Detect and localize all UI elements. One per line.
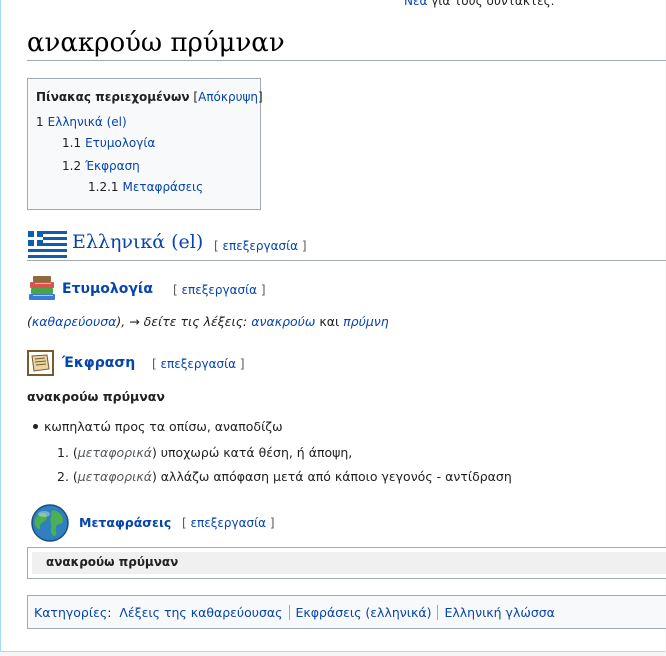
page-title: ανακρούω πρύμναν — [27, 28, 285, 58]
edit-translations: [ επεξεργασία ] — [182, 516, 275, 530]
top-notice: Νέα για τους συντάκτες. — [404, 0, 554, 8]
toc-header: Πίνακας περιεχομένων [Απόκρυψη] — [36, 90, 263, 104]
word-anakrouo-link[interactable]: ανακρούω — [251, 314, 315, 329]
category-expressions-link[interactable]: Εκφράσεις (ελληνικά) — [296, 605, 432, 620]
edit-translations-link[interactable]: επεξεργασία — [191, 516, 267, 530]
word-prymni-link[interactable]: πρύμνη — [343, 314, 389, 329]
translations-header[interactable]: ανακρούω πρύμναν — [32, 552, 666, 574]
translations-box: ανακρούω πρύμναν — [27, 547, 666, 579]
heading-etymology: Ετυμολογία — [62, 281, 153, 297]
scroll-icon — [27, 350, 54, 376]
edit-greek: [ επεξεργασία ] — [214, 239, 307, 253]
greek-flag-icon — [28, 231, 67, 258]
katharevousa-link[interactable]: καθαρεύουσα — [32, 314, 116, 329]
edit-expression: [ επεξεργασία ] — [152, 357, 245, 371]
books-icon — [29, 276, 55, 300]
heading-translations: Μεταφράσεις — [79, 515, 172, 530]
toc-hide-toggle[interactable]: Απόκρυψη — [198, 90, 258, 104]
edit-expression-link[interactable]: επεξεργασία — [161, 357, 237, 371]
globe-icon — [31, 504, 69, 542]
toc-item-translations[interactable]: 1.2.1 Μεταφράσεις — [88, 180, 203, 194]
heading-expression: Έκφραση — [62, 355, 136, 371]
edit-etymology-link[interactable]: επεξεργασία — [182, 283, 258, 297]
table-of-contents: Πίνακας περιεχομένων [Απόκρυψη] 1 Ελληνικ… — [27, 78, 263, 210]
heading-greek: Ελληνικά (el) — [72, 231, 204, 253]
edit-greek-link[interactable]: επεξεργασία — [223, 239, 299, 253]
categories-box: Κατηγορίες: Λέξεις της καθαρεύουσας Εκφρά… — [27, 595, 666, 629]
expression-headword: ανακρούω πρύμναν — [27, 389, 165, 404]
heading-divider — [27, 260, 666, 261]
news-link[interactable]: Νέα — [404, 0, 427, 8]
sense-item: 2. (μεταφορικά) αλλάζω απόφαση μετά από … — [57, 469, 512, 484]
edit-etymology: [ επεξεργασία ] — [173, 283, 266, 297]
definition-item: κωπηλατώ προς τα οπίσω, αναποδίζω — [33, 419, 283, 434]
etymology-text: (καθαρεύουσα), → δείτε τις λέξεις: ανακρ… — [27, 314, 389, 329]
toc-item-etymology[interactable]: 1.1 Ετυμολογία — [62, 136, 155, 150]
toc-item-expression[interactable]: 1.2 Έκφραση — [62, 159, 140, 173]
categories-label-link[interactable]: Κατηγορίες — [34, 605, 107, 620]
title-divider — [27, 60, 666, 61]
content-area: Νέα για τους συντάκτες. ανακρούω πρύμναν… — [0, 0, 666, 652]
category-greek-language-link[interactable]: Ελληνική γλώσσα — [444, 605, 554, 620]
category-katharevousa-link[interactable]: Λέξεις της καθαρεύουσας — [119, 605, 282, 620]
sense-item: 1. (μεταφορικά) υποχωρώ κατά θέση, ή άπο… — [57, 445, 353, 460]
toc-item-greek[interactable]: 1 Ελληνικά (el) — [36, 115, 127, 129]
